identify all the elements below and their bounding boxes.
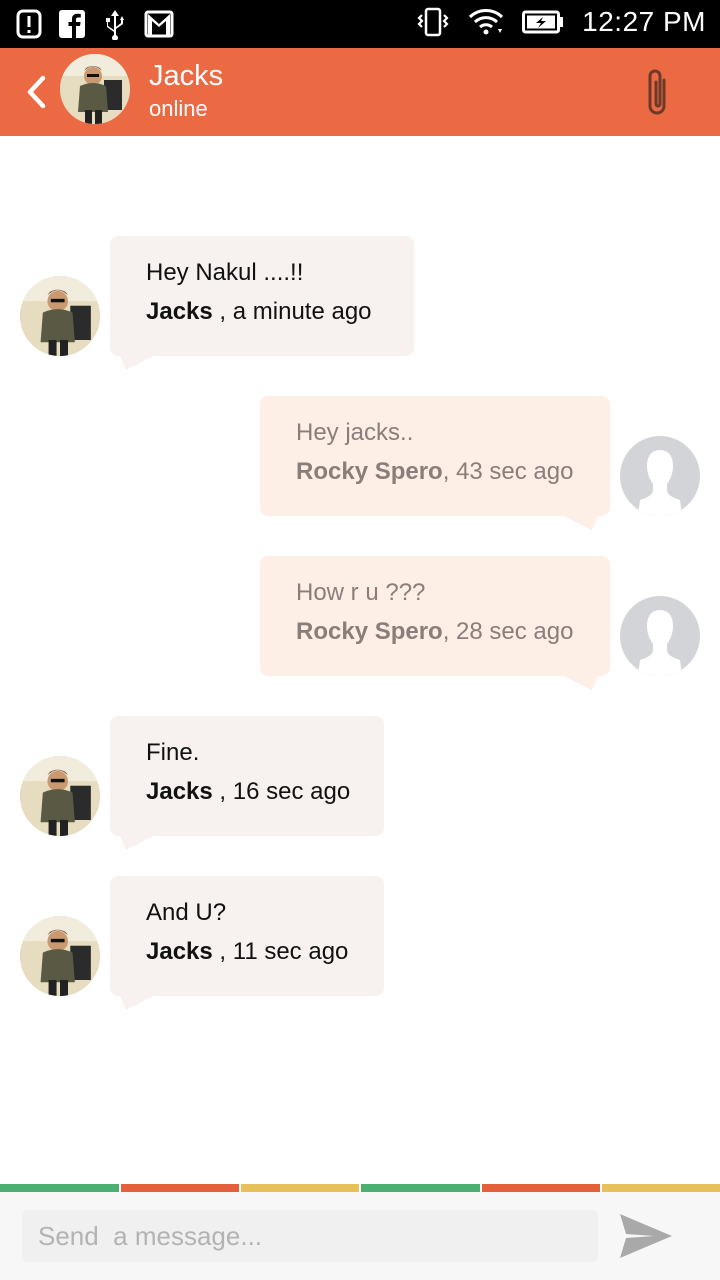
- contact-status: online: [149, 96, 208, 121]
- user-avatar-placeholder[interactable]: [620, 436, 700, 516]
- message-meta: Jacks , a minute ago: [146, 294, 378, 330]
- sender-avatar[interactable]: [20, 756, 100, 836]
- color-stripe: [361, 1184, 480, 1192]
- bubble-tail: [120, 836, 154, 850]
- send-icon: [620, 1214, 672, 1258]
- usb-icon: [102, 8, 128, 40]
- message-text: Hey Nakul ....!!: [146, 259, 304, 286]
- color-stripe: [121, 1184, 239, 1192]
- color-stripe: [482, 1184, 600, 1192]
- message-composer: [0, 1192, 720, 1280]
- message-sender: Jacks: [146, 298, 213, 325]
- notification-icons: [16, 8, 174, 40]
- chevron-left-icon: [27, 75, 46, 109]
- color-stripe: [241, 1184, 359, 1192]
- color-stripe: [602, 1184, 720, 1192]
- message-bubble[interactable]: Fine. Jacks , 16 sec ago: [110, 716, 384, 836]
- wifi-icon: [468, 7, 504, 37]
- paperclip-icon: [648, 69, 666, 115]
- status-bar: 12:27 PM: [0, 0, 720, 48]
- facebook-icon: [58, 9, 86, 39]
- message-meta: Rocky Spero, 28 sec ago: [296, 614, 574, 650]
- send-button[interactable]: [618, 1210, 674, 1262]
- back-button[interactable]: [18, 68, 54, 116]
- message-input[interactable]: [22, 1210, 598, 1262]
- contact-avatar[interactable]: [60, 54, 130, 124]
- gmail-icon: [144, 10, 174, 38]
- message-time: , 11 sec ago: [212, 938, 349, 965]
- vibrate-icon: [416, 7, 450, 37]
- system-icons: 12:27 PM: [416, 6, 706, 38]
- person-silhouette-icon: [638, 450, 682, 516]
- message-bubble[interactable]: Hey Nakul ....!! Jacks , a minute ago: [110, 236, 414, 356]
- message-time: , 16 sec ago: [212, 778, 351, 805]
- person-silhouette-icon: [638, 610, 682, 676]
- bubble-tail: [120, 996, 154, 1010]
- bubble-tail: [564, 676, 598, 690]
- contact-name: Jacks: [149, 60, 224, 92]
- message-bubble[interactable]: How r u ??? Rocky Spero, 28 sec ago: [260, 556, 610, 676]
- bubble-tail: [564, 516, 598, 530]
- message-meta: Jacks , 11 sec ago: [146, 934, 348, 970]
- user-avatar-placeholder[interactable]: [620, 596, 700, 676]
- message-bubble[interactable]: And U? Jacks , 11 sec ago: [110, 876, 384, 996]
- sender-avatar[interactable]: [20, 916, 100, 996]
- message-sender: Jacks: [146, 938, 213, 965]
- message-text: How r u ???: [296, 579, 426, 606]
- attach-button[interactable]: [642, 66, 674, 122]
- message-text: And U?: [146, 899, 227, 926]
- bubble-tail: [120, 356, 154, 370]
- message-sender: Rocky Spero: [296, 458, 443, 485]
- color-stripe: [0, 1184, 119, 1192]
- message-meta: Rocky Spero, 43 sec ago: [296, 454, 574, 490]
- message-sender: Rocky Spero: [296, 618, 443, 645]
- message-text: Hey jacks..: [296, 419, 414, 446]
- message-time: , 43 sec ago: [442, 458, 574, 485]
- chat-header: Jacks online: [0, 48, 720, 136]
- message-meta: Jacks , 16 sec ago: [146, 774, 351, 810]
- message-sender: Jacks: [146, 778, 213, 805]
- message-time: , a minute ago: [212, 298, 372, 325]
- message-time: , 28 sec ago: [442, 618, 574, 645]
- sender-avatar[interactable]: [20, 276, 100, 356]
- message-bubble[interactable]: Hey jacks.. Rocky Spero, 43 sec ago: [260, 396, 610, 516]
- message-text: Fine.: [146, 739, 200, 766]
- alert-icon: [16, 9, 42, 39]
- battery-charging-icon: [522, 10, 564, 34]
- clock: 12:27 PM: [582, 6, 706, 37]
